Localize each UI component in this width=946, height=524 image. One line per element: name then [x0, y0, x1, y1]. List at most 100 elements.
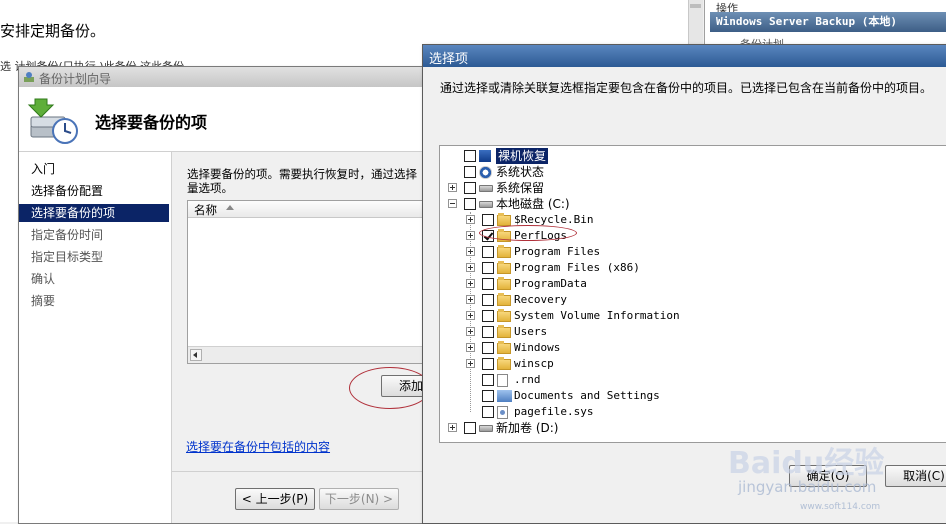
tree-item[interactable]: Users — [440, 324, 940, 340]
tree-item[interactable]: Program Files (x86) — [440, 260, 940, 276]
tree-item-checkbox[interactable] — [464, 422, 476, 434]
wizard-step-getting-started[interactable]: 入门 — [19, 160, 169, 178]
expand-icon[interactable] — [466, 247, 475, 256]
collapse-icon[interactable] — [448, 199, 457, 208]
drive-icon — [479, 185, 493, 192]
tree-item-label: Documents and Settings — [514, 389, 660, 402]
expand-icon[interactable] — [466, 263, 475, 272]
cancel-button[interactable]: 取消(C) — [885, 465, 946, 487]
tree-item[interactable]: pagefile.sys — [440, 404, 940, 420]
wizard-step-backup-config[interactable]: 选择备份配置 — [19, 182, 169, 200]
tree-item-checkbox[interactable] — [482, 390, 494, 402]
scrollbar-thumb[interactable] — [690, 4, 701, 8]
tree-item[interactable]: Recovery — [440, 292, 940, 308]
wizard-step-destination-type[interactable]: 指定目标类型 — [19, 248, 169, 266]
expand-icon[interactable] — [466, 311, 475, 320]
horizontal-scrollbar[interactable] — [188, 346, 434, 363]
folder-icon — [497, 261, 511, 274]
tree-item-checkbox[interactable] — [482, 214, 494, 226]
tree-item[interactable]: 新加卷 (D:) — [440, 420, 940, 436]
folder-icon — [497, 293, 511, 306]
shortcut-folder-icon — [497, 390, 512, 402]
tree-item[interactable]: PerfLogs — [440, 228, 940, 244]
scroll-left-arrow-icon[interactable] — [190, 349, 202, 361]
expand-icon[interactable] — [466, 279, 475, 288]
folder-icon — [497, 245, 511, 258]
tree-item-checkbox[interactable] — [482, 246, 494, 258]
tree-item-checkbox[interactable] — [482, 358, 494, 370]
folder-icon — [497, 325, 511, 338]
tree-item-checkbox[interactable] — [482, 310, 494, 322]
items-tree[interactable]: 裸机恢复 系统状态 系统保留 本地磁盘 (C:) $Recycle.Bin PerfLog… — [439, 145, 946, 443]
selected-items-list[interactable]: 名称 — [187, 200, 435, 364]
wizard-step-confirm[interactable]: 确认 — [19, 270, 169, 288]
expand-icon[interactable] — [466, 231, 475, 240]
column-name-label: 名称 — [194, 203, 217, 217]
expand-icon[interactable] — [466, 327, 475, 336]
tree-item[interactable]: winscp — [440, 356, 940, 372]
tree-item[interactable]: 系统保留 — [440, 180, 940, 196]
backup-wizard-icon — [27, 98, 78, 144]
folder-icon — [497, 341, 511, 354]
background-heading: 安排定期备份。 — [0, 22, 106, 40]
tree-item[interactable]: .rnd — [440, 372, 940, 388]
bare-metal-icon — [479, 150, 491, 162]
wizard-step-title: 选择要备份的项 — [95, 113, 208, 132]
include-content-help-link[interactable]: 选择要在备份中包括的内容 — [186, 438, 330, 455]
actions-section-header[interactable]: Windows Server Backup (本地) — [710, 12, 946, 32]
tree-item[interactable]: 系统状态 — [440, 164, 940, 180]
tree-item-checkbox[interactable] — [482, 230, 494, 242]
tree-item[interactable]: Windows — [440, 340, 940, 356]
expand-icon[interactable] — [448, 423, 457, 432]
previous-button[interactable]: < 上一步(P) — [235, 488, 315, 510]
tree-item-label: 本地磁盘 (C:) — [496, 197, 570, 211]
ok-button[interactable]: 确定(O) — [789, 465, 867, 487]
wizard-titlebar[interactable]: 备份计划向导 — [19, 67, 471, 87]
tree-item-label: Users — [514, 325, 548, 338]
dialog-instruction: 通过选择或清除关联复选框指定要包含在备份中的项目。已选择已包含在当前备份中的项目… — [440, 81, 933, 95]
select-items-dialog: 选择项 通过选择或清除关联复选框指定要包含在备份中的项目。已选择已包含在当前备份… — [422, 44, 946, 524]
wizard-step-backup-time[interactable]: 指定备份时间 — [19, 226, 169, 244]
wizard-description-line-2: 量选项。 — [187, 181, 233, 195]
tree-item-checkbox[interactable] — [482, 278, 494, 290]
expand-icon[interactable] — [466, 359, 475, 368]
tree-item-checkbox[interactable] — [464, 182, 476, 194]
expand-icon[interactable] — [466, 343, 475, 352]
tree-item-label: pagefile.sys — [514, 405, 594, 418]
tree-item[interactable]: $Recycle.Bin — [440, 212, 940, 228]
wizard-title: 备份计划向导 — [39, 72, 112, 86]
sort-ascending-icon — [226, 205, 234, 210]
tree-item[interactable]: ProgramData — [440, 276, 940, 292]
tree-item-checkbox[interactable] — [464, 166, 476, 178]
tree-item[interactable]: 裸机恢复 — [440, 148, 940, 164]
tree-item-checkbox[interactable] — [482, 326, 494, 338]
tree-item[interactable]: Documents and Settings — [440, 388, 940, 404]
expand-icon[interactable] — [466, 215, 475, 224]
tree-item-label: Program Files — [514, 245, 601, 258]
tree-item[interactable]: System Volume Information — [440, 308, 940, 324]
tree-item-checkbox[interactable] — [482, 342, 494, 354]
tree-item-checkbox[interactable] — [482, 374, 494, 386]
backup-app-icon — [24, 72, 34, 82]
dialog-title: 选择项 — [429, 52, 469, 67]
tree-item-checkbox[interactable] — [482, 406, 494, 418]
wizard-step-select-items[interactable]: 选择要备份的项 — [19, 204, 169, 222]
tree-item-checkbox[interactable] — [464, 198, 476, 210]
tree-item[interactable]: Program Files — [440, 244, 940, 260]
wizard-step-summary[interactable]: 摘要 — [19, 292, 169, 310]
list-column-header[interactable]: 名称 — [188, 201, 434, 218]
tree-item-label: $Recycle.Bin — [514, 213, 594, 226]
file-icon — [497, 374, 508, 387]
folder-icon — [497, 357, 511, 370]
tree-item-label: Program Files (x86) — [514, 261, 640, 274]
wizard-description-line-1: 选择要备份的项。需要执行恢复时，通过选择 — [187, 167, 417, 181]
dialog-titlebar[interactable]: 选择项 — [423, 45, 946, 67]
tree-item-checkbox[interactable] — [482, 294, 494, 306]
expand-icon[interactable] — [448, 183, 457, 192]
next-button[interactable]: 下一步(N) > — [319, 488, 399, 510]
tree-item-checkbox[interactable] — [464, 150, 476, 162]
expand-icon[interactable] — [466, 295, 475, 304]
tree-item-checkbox[interactable] — [482, 262, 494, 274]
tree-item-label: 新加卷 (D:) — [496, 421, 559, 435]
tree-item[interactable]: 本地磁盘 (C:) — [440, 196, 940, 212]
